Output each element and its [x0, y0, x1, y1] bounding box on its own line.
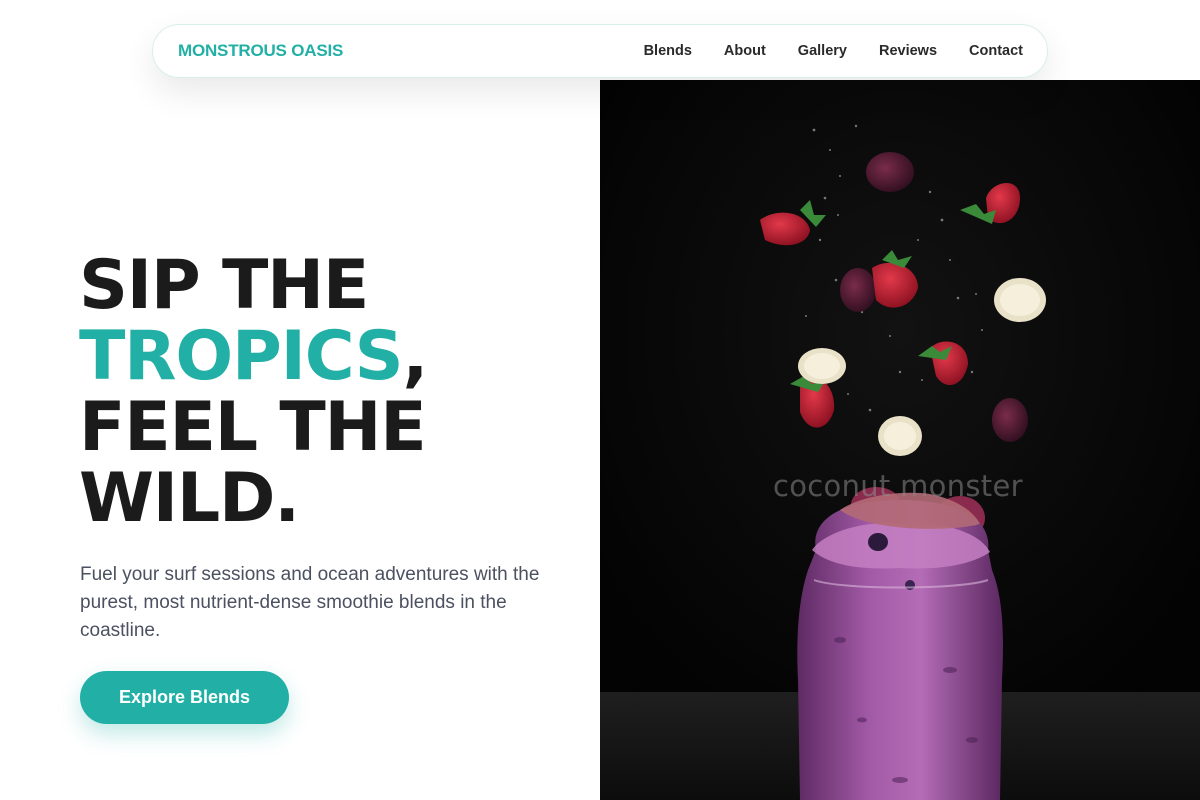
brand-logo[interactable]: MONSTROUS OASIS — [178, 41, 343, 61]
nav-link-reviews[interactable]: Reviews — [879, 43, 937, 59]
hero-image: coconut monster — [600, 80, 1200, 800]
headline-accent-word: TROPICS — [79, 317, 404, 396]
smoothie-illustration — [600, 80, 1200, 800]
nav-links: Blends About Gallery Reviews Contact — [644, 43, 1023, 59]
headline-line-1: SIP THE — [79, 246, 369, 325]
nav-link-about[interactable]: About — [724, 43, 766, 59]
headline-comma: , — [402, 317, 428, 396]
hero-subtext: Fuel your surf sessions and ocean advent… — [80, 564, 540, 641]
nav-link-contact[interactable]: Contact — [969, 43, 1023, 59]
nav-link-blends[interactable]: Blends — [644, 43, 692, 59]
headline-line-3: FEEL THE — [79, 388, 427, 467]
smoothie-jar — [797, 492, 1003, 800]
nav-link-gallery[interactable]: Gallery — [798, 43, 847, 59]
headline-line-2: TROPICS, — [79, 321, 579, 392]
image-watermark-text: coconut monster — [773, 469, 1023, 503]
headline-line-4: WILD. — [79, 459, 300, 538]
explore-blends-button[interactable]: Explore Blends — [80, 671, 289, 724]
navbar: MONSTROUS OASIS Blends About Gallery Rev… — [152, 24, 1048, 78]
hero-headline: SIP THE TROPICS, FEEL THE WILD. — [79, 250, 579, 534]
